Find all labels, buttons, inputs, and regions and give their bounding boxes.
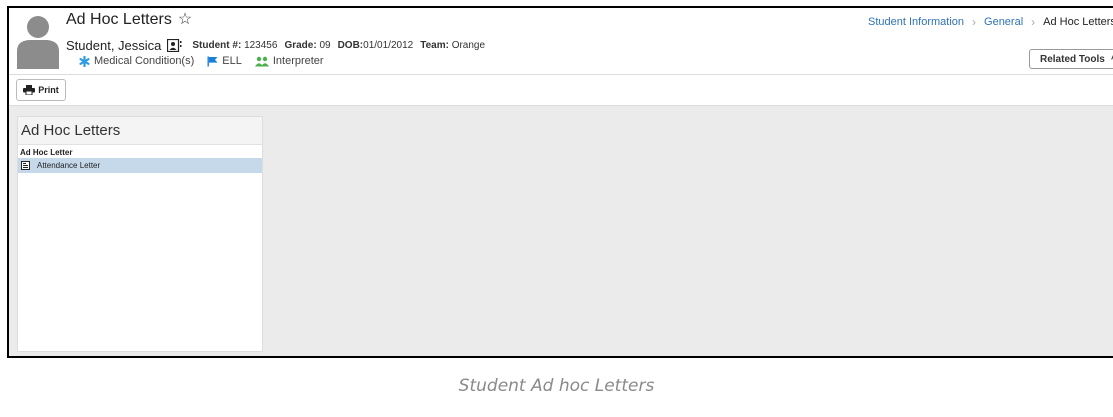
flag-label: Interpreter [272, 55, 324, 67]
flag-medical[interactable]: Medical Condition(s) [79, 55, 194, 67]
student-dob: DOB:01/01/2012 [337, 40, 414, 51]
page-title: Ad Hoc Letters [66, 11, 172, 28]
student-name: Student, Jessica [66, 38, 162, 53]
flag-label: Medical Condition(s) [94, 55, 195, 67]
asterisk-icon [79, 55, 90, 67]
related-tools-label: Related Tools [1040, 53, 1105, 65]
student-header: Ad Hoc Letters ☆ Student, Jessica Studen… [9, 8, 1113, 74]
column-header: Ad Hoc Letter [20, 148, 73, 157]
list-item[interactable]: Attendance Letter [18, 158, 262, 173]
avatar [17, 16, 59, 69]
breadcrumb: Student Information › General › Ad Hoc L… [868, 15, 1113, 29]
student-info: Student, Jessica Student #: 123456 Grade… [66, 38, 492, 53]
contact-card-icon[interactable] [167, 39, 182, 52]
list-item-label: Attendance Letter [37, 161, 101, 170]
breadcrumb-general[interactable]: General [984, 16, 1023, 28]
breadcrumb-current: Ad Hoc Letters [1043, 16, 1113, 28]
star-icon[interactable]: ☆ [178, 12, 192, 28]
app-window: Ad Hoc Letters ☆ Student, Jessica Studen… [7, 6, 1113, 358]
ad-hoc-letters-panel: Ad Hoc Letters Ad Hoc Letter Attendance … [17, 116, 263, 352]
flag-icon [207, 56, 218, 66]
flag-ell[interactable]: ELL [207, 55, 242, 67]
chevron-right-icon: › [1031, 15, 1036, 29]
figure-caption: Student Ad hoc Letters [458, 376, 655, 396]
printer-icon [23, 85, 36, 95]
document-icon [21, 161, 30, 170]
related-tools-button[interactable]: Related Tools ^ [1029, 49, 1113, 69]
student-flags: Medical Condition(s) ELL Interpreter [79, 55, 337, 67]
flag-label: ELL [222, 55, 242, 67]
print-button[interactable]: Print [16, 79, 66, 101]
student-team: Team: Orange [420, 40, 486, 51]
people-icon [254, 56, 269, 66]
student-grade: Grade: 09 [284, 40, 331, 51]
student-number: Student #: 123456 [192, 40, 278, 51]
action-toolbar: Print [9, 74, 1113, 106]
chevron-right-icon: › [972, 15, 977, 29]
print-label: Print [38, 85, 59, 95]
breadcrumb-student-information[interactable]: Student Information [868, 16, 964, 28]
panel-title: Ad Hoc Letters [18, 117, 262, 145]
title-row: Ad Hoc Letters ☆ [66, 11, 192, 29]
flag-interpreter[interactable]: Interpreter [254, 55, 324, 67]
workspace: Ad Hoc Letters Ad Hoc Letter Attendance … [9, 106, 1113, 356]
